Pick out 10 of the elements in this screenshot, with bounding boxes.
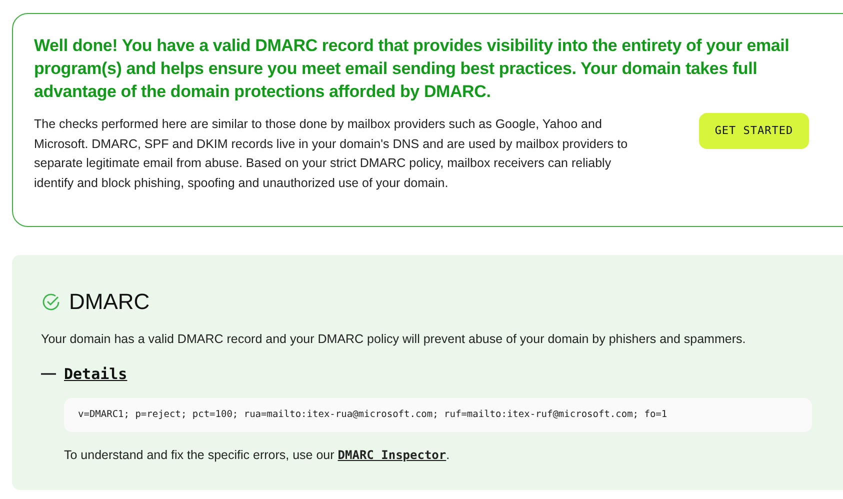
inspector-hint: To understand and fix the specific errors, use our DMARC Inspector.: [64, 447, 451, 464]
get-started-button[interactable]: GET STARTED: [699, 113, 809, 149]
summary-text: The checks performed here are similar to those done by mailbox providers such as Google, Yahoo and Microsoft. DMARC, SPF and DKIM records live in your domain's DNS and are used by mailbox providers to separate legitimate email from abuse. Based on your strict DMARC policy, mailbox receivers can reliably identify and block phishing, spoofing and unauthorized use of your domain.: [34, 116, 629, 192]
section-title: DMARC: [69, 288, 150, 316]
section-description: Your domain has a valid DMARC record and your DMARC policy will prevent abuse of your domain by phishers and spammers.: [41, 331, 747, 348]
details-link[interactable]: Details: [64, 362, 128, 386]
dmarc-record: v=DMARC1; p=reject; pct=100; rua=mailto:itex-rua@microsoft.com; ruf=mailto:itex-ruf@microsoft.com; fo=1: [64, 398, 812, 432]
dmarc-inspector-link[interactable]: DMARC Inspector: [338, 448, 446, 462]
toggle-icon[interactable]: —: [41, 362, 56, 386]
summary-headline: Well done! You have a valid DMARC record that provides visibility into the entirety of your email program(s) and helps ensure you meet email sending best practices. Your domain takes full advantage of the domain protections afforded by DMARC.: [34, 35, 790, 103]
